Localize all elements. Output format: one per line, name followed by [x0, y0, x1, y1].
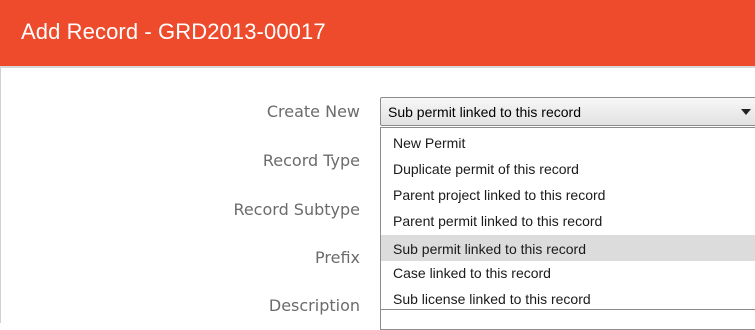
create-new-selected-value: Sub permit linked to this record [388, 104, 581, 120]
record-type-label: Record Type [262, 151, 360, 170]
record-subtype-label: Record Subtype [233, 200, 360, 219]
prefix-label: Prefix [315, 248, 360, 267]
dropdown-option[interactable]: Parent permit linked to this record [381, 210, 755, 236]
dropdown-option[interactable]: Case linked to this record [381, 262, 755, 288]
dropdown-option[interactable]: New Permit [381, 132, 755, 158]
description-label: Description [268, 296, 360, 315]
dropdown-option[interactable]: Sub permit linked to this record [381, 235, 755, 261]
dialog-left-border [0, 68, 1, 323]
dropdown-option[interactable]: Duplicate permit of this record [381, 158, 755, 184]
dropdown-option[interactable]: Parent project linked to this record [381, 184, 755, 210]
add-record-dialog: Add Record - GRD2013-00017 Create New Re… [0, 0, 755, 330]
create-new-select[interactable]: Sub permit linked to this record [380, 97, 755, 126]
create-new-options-list: New Permit Duplicate permit of this recor… [380, 127, 755, 310]
create-new-label: Create New [266, 102, 360, 121]
dialog-title: Add Record - GRD2013-00017 [21, 19, 326, 44]
dialog-title-bar: Add Record - GRD2013-00017 [0, 0, 755, 68]
chevron-down-icon[interactable] [741, 109, 751, 115]
description-field[interactable] [380, 310, 755, 330]
